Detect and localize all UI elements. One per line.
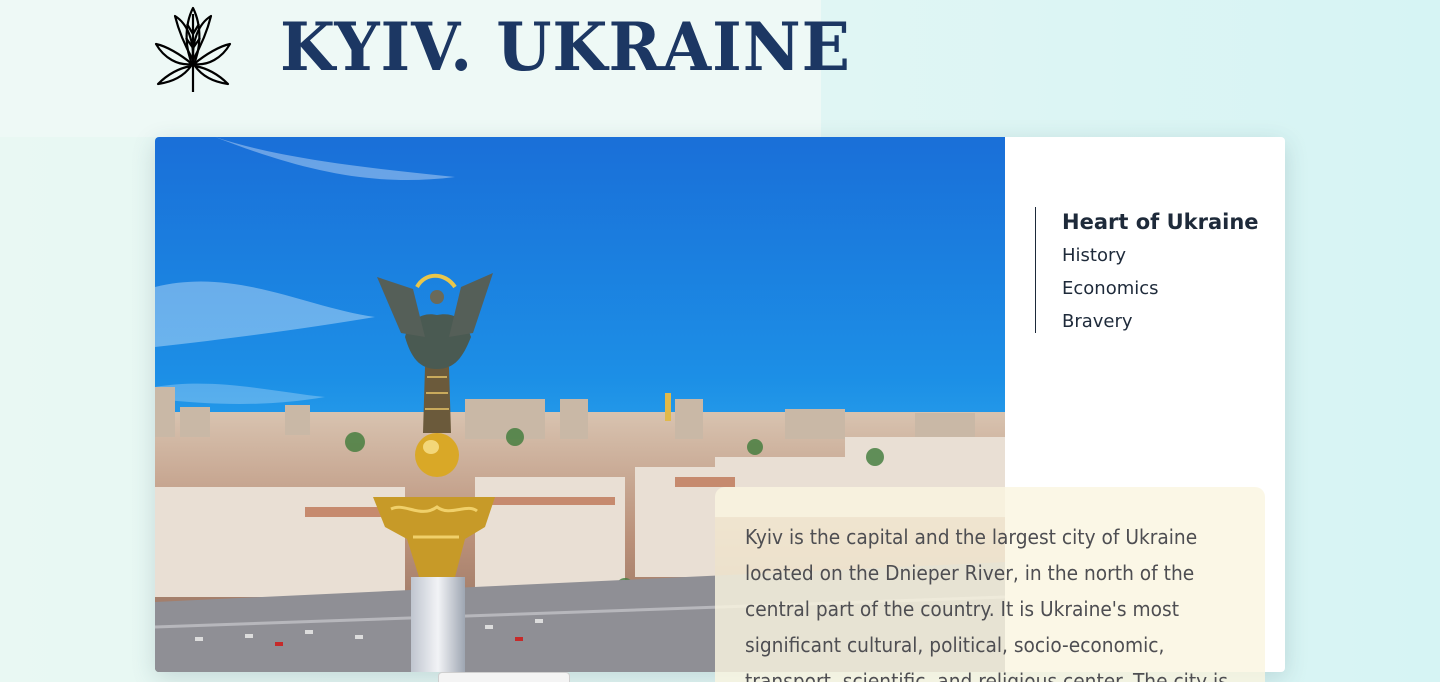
nav-item-history[interactable]: History [1062,239,1259,272]
info-text: Kyiv is the capital and the largest city… [745,525,1228,682]
nav-item-heart-of-ukraine[interactable]: Heart of Ukraine [1062,207,1259,237]
nav-item-bravery[interactable]: Bravery [1062,305,1259,338]
nav-item-economics[interactable]: Economics [1062,272,1259,305]
chestnut-leaf-icon[interactable] [150,4,236,94]
scroll-tab[interactable] [438,672,570,682]
info-box: Kyiv is the capital and the largest city… [715,487,1265,682]
side-nav: Heart of Ukraine History Economics Brave… [1035,207,1259,333]
site-title: KYIV. UKRAINE [280,8,851,86]
